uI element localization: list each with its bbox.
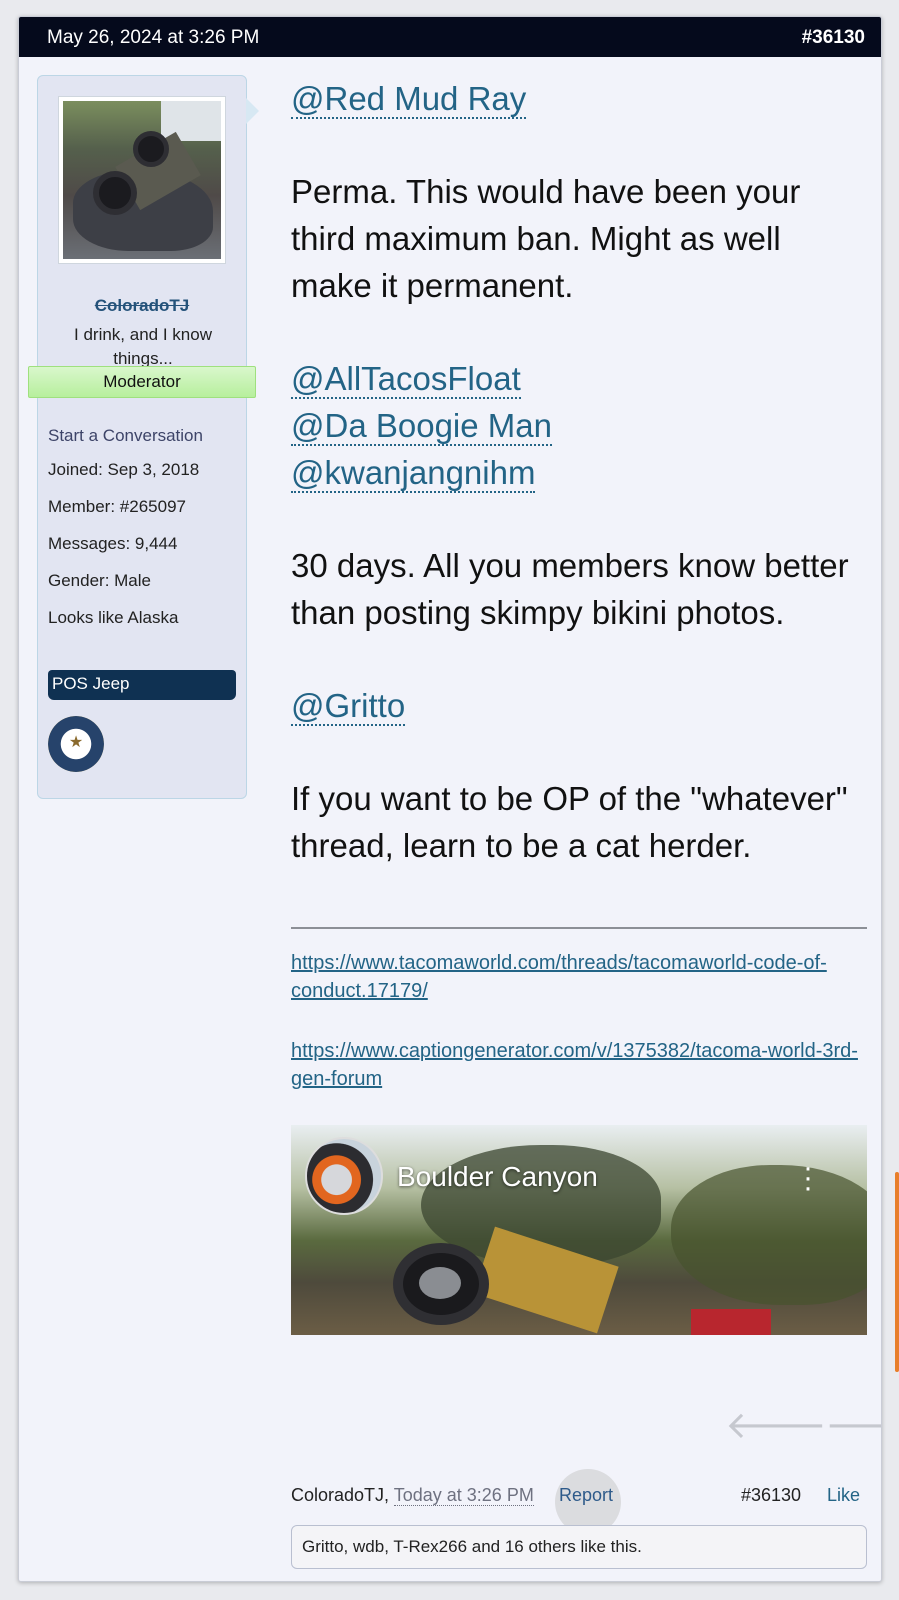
mention-da-boogie-man[interactable]: @Da Boogie Man (291, 407, 552, 446)
signature-link-caption-generator[interactable]: https://www.captiongenerator.com/v/13753… (291, 1037, 867, 1093)
stat-location: Looks like Alaska (48, 608, 179, 627)
post-date: May 26, 2024 at 3:26 PM (47, 27, 260, 48)
mention-red-mud-ray[interactable]: @Red Mud Ray (291, 80, 527, 119)
user-info-panel: ColoradoTJ I drink, and I know things...… (28, 75, 259, 799)
stat-gender: Gender: Male (48, 571, 151, 590)
stat-messages: Messages: 9,444 (48, 534, 178, 553)
signature-link-code-of-conduct[interactable]: https://www.tacomaworld.com/threads/taco… (291, 949, 867, 1005)
mention-block-1: @Red Mud Ray (291, 75, 866, 122)
message-paragraph-1: Perma. This would have been your third m… (291, 173, 801, 304)
like-link[interactable]: Like (827, 1485, 860, 1506)
navy-seal-icon: ★ (48, 716, 104, 772)
mention-block-3: @Gritto (291, 682, 866, 729)
signature: https://www.tacomaworld.com/threads/taco… (291, 949, 867, 1125)
arrow-right-icon[interactable]: 🡒 (825, 1402, 881, 1448)
more-options-icon[interactable]: · · · (803, 1153, 813, 1203)
username-link[interactable]: ColoradoTJ (38, 296, 246, 316)
stat-joined: Joined: Sep 3, 2018 (48, 460, 200, 479)
post-footer: ColoradoTJ, Today at 3:26 PM (291, 1485, 534, 1506)
message-paragraph-3: If you want to be OP of the "whatever" t… (291, 780, 848, 864)
user-stats: Joined: Sep 3, 2018 Member: #265097 Mess… (48, 460, 199, 645)
message-paragraph-2: 30 days. All you members know better tha… (291, 547, 849, 631)
vehicle-badge[interactable]: POS Jeep (48, 670, 236, 700)
footer-timestamp[interactable]: Today at 3:26 PM (393, 1485, 534, 1506)
mention-gritto[interactable]: @Gritto (291, 687, 406, 726)
scroll-indicator[interactable] (895, 1172, 899, 1372)
stat-member: Member: #265097 (48, 497, 186, 516)
video-title[interactable]: Boulder Canyon (397, 1161, 598, 1193)
post-number-link[interactable]: #36130 (802, 27, 865, 49)
channel-avatar-icon[interactable] (305, 1137, 383, 1215)
avatar-photo (63, 101, 221, 259)
embedded-video[interactable]: Boulder Canyon · · · (291, 1125, 867, 1335)
mention-alltacosfloat[interactable]: @AllTacosFloat (291, 360, 521, 399)
report-link[interactable]: Report (559, 1485, 613, 1506)
mention-block-2: @AllTacosFloat @Da Boogie Man @kwanjangn… (291, 355, 866, 496)
arrow-left-icon[interactable]: 🡐 (725, 1402, 827, 1448)
role-badge: Moderator (28, 366, 256, 398)
footer-post-number[interactable]: #36130 (741, 1485, 801, 1506)
signature-divider (291, 927, 867, 929)
footer-author[interactable]: ColoradoTJ, (291, 1485, 389, 1505)
post-header-bar: May 26, 2024 at 3:26 PM #36130 (19, 17, 881, 57)
likes-summary[interactable]: Gritto, wdb, T-Rex266 and 16 others like… (291, 1525, 867, 1569)
post-card: May 26, 2024 at 3:26 PM #36130 ColoradoT… (18, 16, 882, 1582)
panel-arrow (246, 98, 259, 124)
user-title: I drink, and I know things... (74, 325, 212, 368)
mention-kwanjangnihm[interactable]: @kwanjangnihm (291, 454, 536, 493)
message-body: @Red Mud Ray Perma. This would have been… (291, 75, 866, 915)
avatar[interactable] (58, 96, 226, 264)
start-conversation-link[interactable]: Start a Conversation (48, 426, 203, 446)
